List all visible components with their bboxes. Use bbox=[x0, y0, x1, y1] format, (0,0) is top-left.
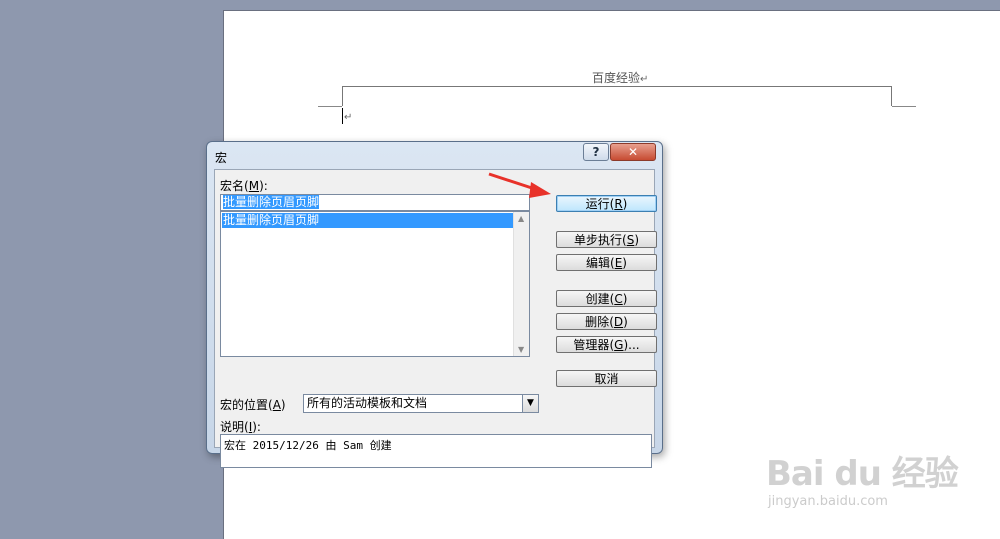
watermark-brand: Bai du 经验 bbox=[766, 454, 959, 494]
baidu-watermark-logo: Bai du 经验 jingyan.baidu.com bbox=[766, 440, 986, 520]
watermark-url: jingyan.baidu.com bbox=[768, 494, 888, 509]
